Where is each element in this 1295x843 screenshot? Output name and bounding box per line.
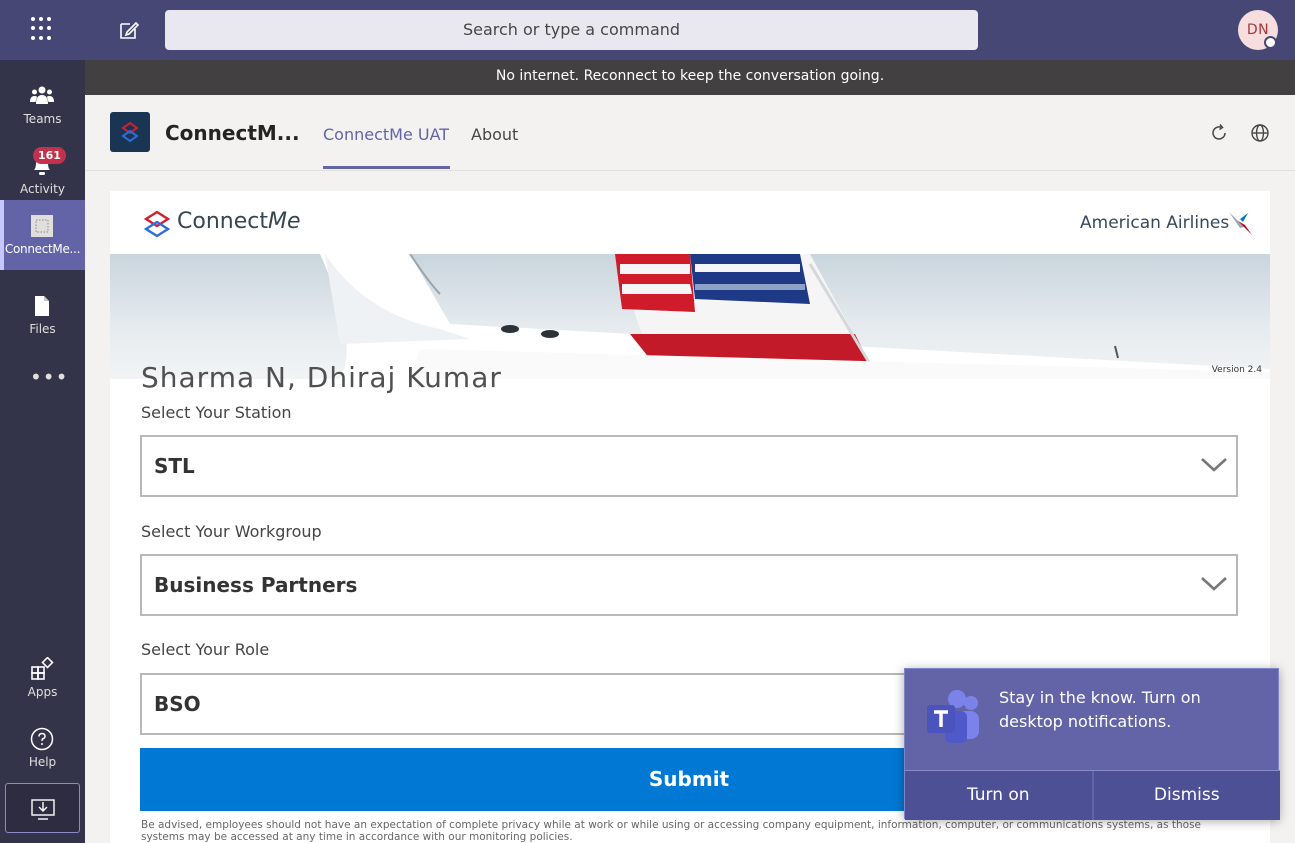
toast-actions: Turn on Dismiss bbox=[905, 770, 1280, 820]
title-bar: Search or type a command DN bbox=[0, 0, 1295, 60]
rail-item-label: Help bbox=[28, 755, 57, 769]
connectme-logo-icon bbox=[121, 121, 139, 143]
role-value: BSO bbox=[154, 692, 201, 716]
brand-me: Me bbox=[267, 209, 301, 234]
station-value: STL bbox=[154, 454, 195, 478]
workgroup-label: Select Your Workgroup bbox=[141, 522, 322, 541]
chevron-down-icon bbox=[1201, 458, 1227, 472]
more-apps-icon[interactable]: ••• bbox=[30, 365, 68, 389]
version-label: Version 2.4 bbox=[1211, 365, 1262, 375]
app-launcher-icon[interactable] bbox=[31, 17, 55, 41]
rail-item-help[interactable]: Help bbox=[0, 713, 85, 783]
brand-connect: Connect bbox=[177, 209, 268, 234]
rail-item-apps[interactable]: Apps bbox=[0, 643, 85, 713]
app-title: ConnectM... bbox=[165, 121, 300, 145]
active-indicator bbox=[0, 200, 4, 270]
rail-item-label: Files bbox=[29, 322, 56, 336]
dismiss-button[interactable]: Dismiss bbox=[1091, 771, 1280, 820]
offline-banner: No internet. Reconnect to keep the conve… bbox=[85, 60, 1295, 95]
rail-item-teams[interactable]: Teams bbox=[0, 70, 85, 140]
turn-on-button[interactable]: Turn on bbox=[905, 771, 1092, 820]
user-name: Sharma N, Dhiraj Kumar bbox=[141, 361, 502, 394]
chevron-down-icon bbox=[1201, 577, 1227, 591]
app-icon bbox=[31, 215, 53, 237]
workgroup-select[interactable]: Business Partners bbox=[140, 554, 1238, 616]
search-input[interactable]: Search or type a command bbox=[165, 10, 978, 50]
rail-item-files[interactable]: Files bbox=[0, 280, 85, 350]
active-tab-indicator bbox=[323, 166, 450, 169]
rail-item-connectme[interactable]: ConnectMe... bbox=[0, 200, 85, 270]
help-icon bbox=[30, 727, 54, 751]
workgroup-value: Business Partners bbox=[154, 573, 358, 597]
privacy-disclaimer: Be advised, employees should not have an… bbox=[141, 819, 1202, 843]
toast-message: Stay in the know. Turn on desktop notifi… bbox=[999, 688, 1201, 731]
presence-status-icon bbox=[1264, 36, 1277, 49]
apps-icon bbox=[31, 657, 54, 680]
teams-logo-icon bbox=[927, 690, 979, 743]
flight-symbol-icon bbox=[1229, 212, 1252, 235]
station-label: Select Your Station bbox=[141, 403, 292, 422]
download-app-button[interactable] bbox=[5, 783, 80, 833]
partner-logo-text: American Airlines bbox=[1080, 213, 1230, 233]
app-header: ConnectM... ConnectMe UAT About bbox=[85, 95, 1295, 171]
tab-about[interactable]: About bbox=[471, 125, 518, 144]
app-bar: Teams 161 Activity ConnectMe... Files ••… bbox=[0, 60, 85, 843]
american-airlines-logo: American Airlines bbox=[1080, 212, 1252, 235]
rail-item-label: Teams bbox=[23, 112, 62, 126]
tab-connectme-uat[interactable]: ConnectMe UAT bbox=[323, 125, 449, 144]
compose-icon[interactable] bbox=[118, 19, 140, 41]
connectme-brand: ConnectMe bbox=[177, 209, 301, 234]
notification-toast: Stay in the know. Turn on desktop notifi… bbox=[904, 668, 1280, 820]
file-icon bbox=[35, 296, 49, 316]
notification-badge: 161 bbox=[33, 147, 66, 164]
connectme-brand-icon bbox=[143, 210, 171, 238]
rail-item-label: Apps bbox=[27, 685, 58, 699]
rail-item-label: Activity bbox=[20, 182, 65, 196]
role-label: Select Your Role bbox=[141, 640, 270, 659]
connectme-app-logo bbox=[110, 112, 150, 152]
station-select[interactable]: STL bbox=[140, 435, 1238, 497]
globe-icon[interactable] bbox=[1250, 123, 1270, 143]
refresh-icon[interactable] bbox=[1209, 123, 1229, 143]
teams-icon bbox=[30, 86, 54, 104]
download-icon bbox=[31, 799, 55, 820]
rail-item-label: ConnectMe... bbox=[4, 242, 81, 256]
